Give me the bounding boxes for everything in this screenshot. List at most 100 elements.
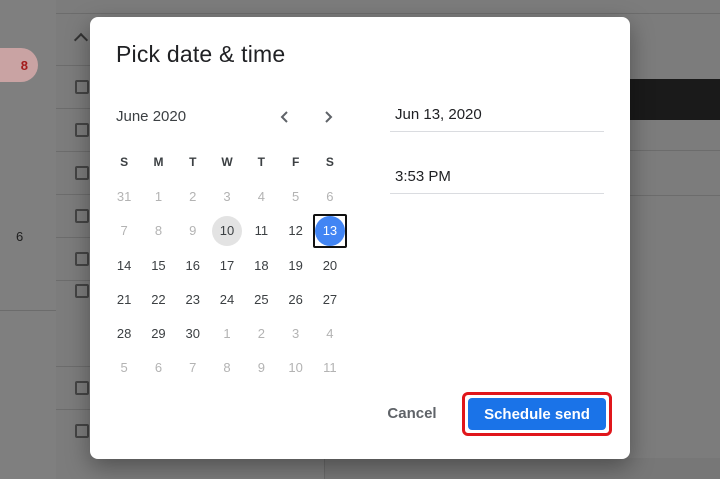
background-divider: [56, 237, 90, 238]
calendar-day[interactable]: 30: [176, 316, 210, 350]
calendar-day[interactable]: 24: [210, 282, 244, 316]
calendar-day-number: 15: [151, 257, 166, 273]
calendar-day-number: 23: [185, 291, 200, 307]
background-divider: [56, 13, 720, 14]
calendar-day-number: 22: [151, 291, 166, 307]
time-field[interactable]: [390, 162, 604, 194]
weekday-header: W: [221, 155, 233, 170]
calendar-day-number: 9: [257, 360, 265, 376]
calendar-day-number: 31: [116, 188, 132, 204]
schedule-send-highlight: Schedule send: [462, 392, 612, 436]
calendar-day-number: 27: [322, 291, 338, 307]
background-selected-row: [630, 79, 720, 120]
background-divider: [630, 195, 720, 196]
calendar-day-number: 18: [254, 257, 269, 273]
calendar-day: 8: [210, 351, 244, 385]
background-divider: [56, 366, 90, 367]
background-divider: [56, 151, 90, 152]
background-divider: [56, 409, 90, 410]
weekday-header: T: [189, 155, 197, 170]
calendar-day[interactable]: 19: [278, 248, 312, 282]
calendar-day-number: 19: [288, 257, 303, 273]
background-pane: [324, 458, 720, 479]
calendar-day-number: 12: [288, 223, 303, 239]
background-divider: [56, 108, 90, 109]
date-field[interactable]: [390, 100, 604, 132]
calendar-day-today[interactable]: 10: [210, 214, 244, 248]
calendar-day-number: 1: [223, 326, 231, 342]
calendar-day-number: 14: [116, 257, 132, 273]
calendar-day-number: 11: [323, 360, 337, 376]
calendar-day[interactable]: 23: [176, 282, 210, 316]
weekday-header: M: [153, 155, 164, 170]
calendar-day[interactable]: 17: [210, 248, 244, 282]
calendar-grid: S M T W T F S 31 1 2 3 4 5 6 7 8 9 10 11 12 13 14 15 16 17 18 19 20…: [107, 145, 348, 385]
schedule-send-button[interactable]: Schedule send: [468, 398, 606, 430]
calendar-day-number: 17: [219, 257, 235, 273]
calendar-day-number: 2: [257, 326, 265, 342]
pick-date-time-dialog: Pick date & time June 2020 S M T W T F S 31 1 2 3 4…: [90, 17, 630, 459]
calendar-day-number: 24: [219, 291, 235, 307]
row-checkbox: [75, 123, 89, 137]
calendar-day: 31: [107, 179, 141, 213]
weekday-header: S: [120, 155, 129, 170]
calendar-day-number: 8: [223, 360, 231, 376]
next-month-button[interactable]: [316, 105, 340, 129]
calendar-day[interactable]: 25: [244, 282, 278, 316]
row-checkbox: [75, 381, 89, 395]
background-divider: [56, 65, 90, 66]
calendar-day-selected[interactable]: 13: [312, 213, 348, 248]
calendar-day-number: 21: [116, 291, 132, 307]
row-checkbox: [75, 424, 89, 438]
calendar-day[interactable]: 22: [141, 282, 175, 316]
calendar-day[interactable]: 11: [244, 214, 278, 248]
calendar-day: 4: [244, 179, 278, 213]
calendar-day: 8: [141, 214, 175, 248]
calendar-day[interactable]: 15: [141, 248, 175, 282]
previous-month-button[interactable]: [273, 105, 297, 129]
inbox-count-badge: 8: [0, 48, 38, 82]
calendar-day: 10: [278, 351, 312, 385]
calendar-day: 9: [176, 214, 210, 248]
calendar-day: 3: [278, 316, 312, 350]
calendar-day-number: 26: [288, 291, 303, 307]
calendar-day: 7: [176, 351, 210, 385]
dialog-title: Pick date & time: [116, 41, 286, 67]
calendar-day-number: 7: [120, 223, 128, 239]
calendar-day-number: 2: [189, 188, 197, 204]
calendar-month-label: June 2020: [116, 108, 187, 125]
weekday-header: S: [325, 155, 334, 170]
chevron-left-icon: [280, 111, 288, 123]
background-divider: [56, 194, 90, 195]
calendar-day[interactable]: 29: [141, 316, 175, 350]
calendar-day[interactable]: 28: [107, 316, 141, 350]
calendar-day: 5: [278, 179, 312, 213]
calendar-day-number: 30: [185, 326, 200, 342]
calendar-day-number: 16: [185, 257, 200, 273]
calendar-day[interactable]: 26: [278, 282, 312, 316]
background-divider: [56, 280, 90, 281]
background-divider: [630, 150, 720, 151]
collapse-chevron-icon: [73, 32, 89, 48]
calendar-day-number: 3: [292, 326, 300, 342]
calendar-day[interactable]: 16: [176, 248, 210, 282]
date-input[interactable]: [390, 100, 604, 129]
calendar-day: 6: [141, 351, 175, 385]
calendar-day-number: 1: [154, 188, 163, 204]
calendar-day: 11: [313, 351, 347, 385]
calendar-day[interactable]: 21: [107, 282, 141, 316]
calendar-day: 2: [176, 179, 210, 213]
time-input[interactable]: [390, 162, 604, 191]
calendar-day[interactable]: 12: [278, 214, 312, 248]
calendar-day-number: 28: [116, 326, 132, 342]
background-count: 6: [16, 229, 24, 244]
calendar-day-number: 10: [212, 215, 243, 246]
calendar-day: 1: [141, 179, 175, 213]
calendar-day[interactable]: 14: [107, 248, 141, 282]
background-divider: [0, 310, 56, 311]
calendar-day: 4: [313, 316, 347, 350]
calendar-day[interactable]: 27: [313, 282, 347, 316]
cancel-button[interactable]: Cancel: [376, 397, 448, 429]
calendar-day[interactable]: 18: [244, 248, 278, 282]
calendar-day[interactable]: 20: [313, 248, 347, 282]
